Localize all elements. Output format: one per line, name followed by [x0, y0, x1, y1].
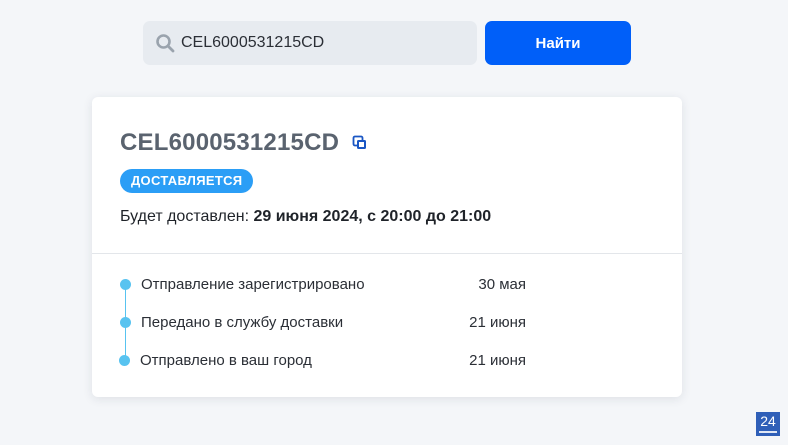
tracking-row: CEL6000531215CD: [120, 129, 368, 157]
event-name: Отправлено в ваш город: [140, 352, 312, 369]
page: Найти CEL6000531215CD ДОСТАВЛЯЕТСЯ Будет…: [0, 0, 788, 445]
timeline-dot: [119, 355, 130, 366]
card-header: CEL6000531215CD ДОСТАВЛЯЕТСЯ Будет доста…: [92, 97, 682, 253]
search-button[interactable]: Найти: [485, 21, 631, 65]
search-input[interactable]: [181, 28, 461, 58]
search-icon: [155, 33, 175, 53]
tracking-number: CEL6000531215CD: [120, 129, 340, 156]
search-box[interactable]: [143, 21, 477, 65]
corner-logo-bar: [759, 431, 777, 433]
delivery-date: 29 июня 2024, с 20:00 до 21:00: [253, 208, 492, 225]
timeline-dot: [120, 279, 131, 290]
corner-logo-text: 24: [760, 413, 776, 429]
status-badge: ДОСТАВЛЯЕТСЯ: [120, 169, 254, 193]
event-date: 21 июня: [469, 352, 526, 369]
event-name: Передано в службу доставки: [141, 314, 344, 331]
corner-logo: 24: [756, 412, 780, 436]
tracking-timeline: Отправление зарегистрировано 30 мая Пере…: [92, 254, 682, 397]
copy-icon[interactable]: [352, 135, 368, 151]
delivery-label: Будет доставлен:: [120, 208, 254, 225]
event-date: 30 мая: [478, 276, 526, 293]
tracking-card: CEL6000531215CD ДОСТАВЛЯЕТСЯ Будет доста…: [92, 97, 682, 397]
delivery-info: Будет доставлен: 29 июня 2024, с 20:00 д…: [120, 208, 491, 226]
timeline-event: Отправление зарегистрировано 30 мая: [92, 275, 682, 295]
event-name: Отправление зарегистрировано: [141, 276, 365, 293]
event-date: 21 июня: [469, 314, 526, 331]
timeline-event: Отправлено в ваш город 21 июня: [92, 351, 682, 371]
timeline-dot: [120, 317, 131, 328]
timeline-event: Передано в службу доставки 21 июня: [92, 313, 682, 333]
